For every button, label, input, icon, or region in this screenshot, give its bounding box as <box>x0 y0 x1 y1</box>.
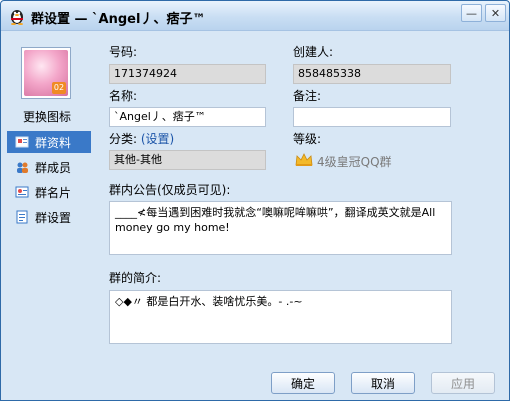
nav-label: 群名片 <box>35 185 72 200</box>
avatar-image: 02 <box>24 50 68 96</box>
category-settings-link[interactable]: (设置) <box>141 132 174 146</box>
nav-item-card[interactable]: 群名片 <box>7 181 91 203</box>
category-label: 分类: (设置) <box>109 130 174 147</box>
nav-label: 群成员 <box>35 160 72 175</box>
group-info-icon <box>15 136 29 148</box>
level-value: 4级皇冠QQ群 <box>317 155 392 169</box>
nav-label: 群设置 <box>35 210 72 225</box>
nav-label: 群资料 <box>35 135 72 150</box>
close-button[interactable]: ✕ <box>485 4 506 22</box>
minimize-button[interactable]: — <box>461 4 482 22</box>
intro-label: 群的简介: <box>109 271 162 285</box>
avatar-badge: 02 <box>52 82 66 94</box>
title-bar[interactable]: 群设置 — `Angel丿、痞子™ — ✕ <box>1 1 509 31</box>
members-icon <box>17 162 28 173</box>
creator-field: 858485338 <box>293 64 451 84</box>
remark-input[interactable] <box>293 107 451 127</box>
close-icon: ✕ <box>490 6 501 20</box>
notice-label: 群内公告(仅成员可见): <box>109 183 231 197</box>
nav-item-settings[interactable]: 群设置 <box>7 206 91 228</box>
remark-label: 备注: <box>293 89 322 103</box>
nav-item-group-info[interactable]: 群资料 <box>7 131 91 153</box>
number-field: 171374924 <box>109 64 266 84</box>
change-icon-link[interactable]: 更换图标 <box>23 108 71 125</box>
intro-textarea[interactable]: ◇◆〃 都是白开水、装啥忧乐美。- .-~ <box>109 290 452 344</box>
category-label-text: 分类: <box>109 132 138 146</box>
creator-label: 创建人: <box>293 45 334 59</box>
settings-icon <box>16 210 28 224</box>
cancel-button[interactable]: 取消 <box>351 372 415 394</box>
group-settings-window: 群设置 — `Angel丿、痞子™ — ✕ 02 更换图标 群资料 群成员 群名… <box>0 0 510 401</box>
card-icon <box>15 186 29 198</box>
name-label: 名称: <box>109 89 138 103</box>
apply-button[interactable]: 应用 <box>431 372 495 394</box>
number-label: 号码: <box>109 45 138 59</box>
crown-icon <box>295 153 313 166</box>
category-field: 其他-其他 <box>109 150 266 170</box>
name-input[interactable]: `Angel丿、痞子™ <box>109 107 266 127</box>
minimize-icon: — <box>466 6 477 20</box>
qq-penguin-icon <box>11 10 23 25</box>
left-panel: 02 更换图标 群资料 群成员 群名片 群设置 <box>1 31 93 361</box>
notice-textarea[interactable]: ____≮每当遇到困难时我就念“噢嘛呢哞嘛哄”，翻译成英文就是All money… <box>109 201 452 255</box>
ok-button[interactable]: 确定 <box>271 372 335 394</box>
nav-item-members[interactable]: 群成员 <box>7 156 91 178</box>
group-avatar[interactable]: 02 <box>21 47 71 99</box>
level-label: 等级: <box>293 132 322 146</box>
window-title: 群设置 — `Angel丿、痞子™ <box>31 12 206 27</box>
